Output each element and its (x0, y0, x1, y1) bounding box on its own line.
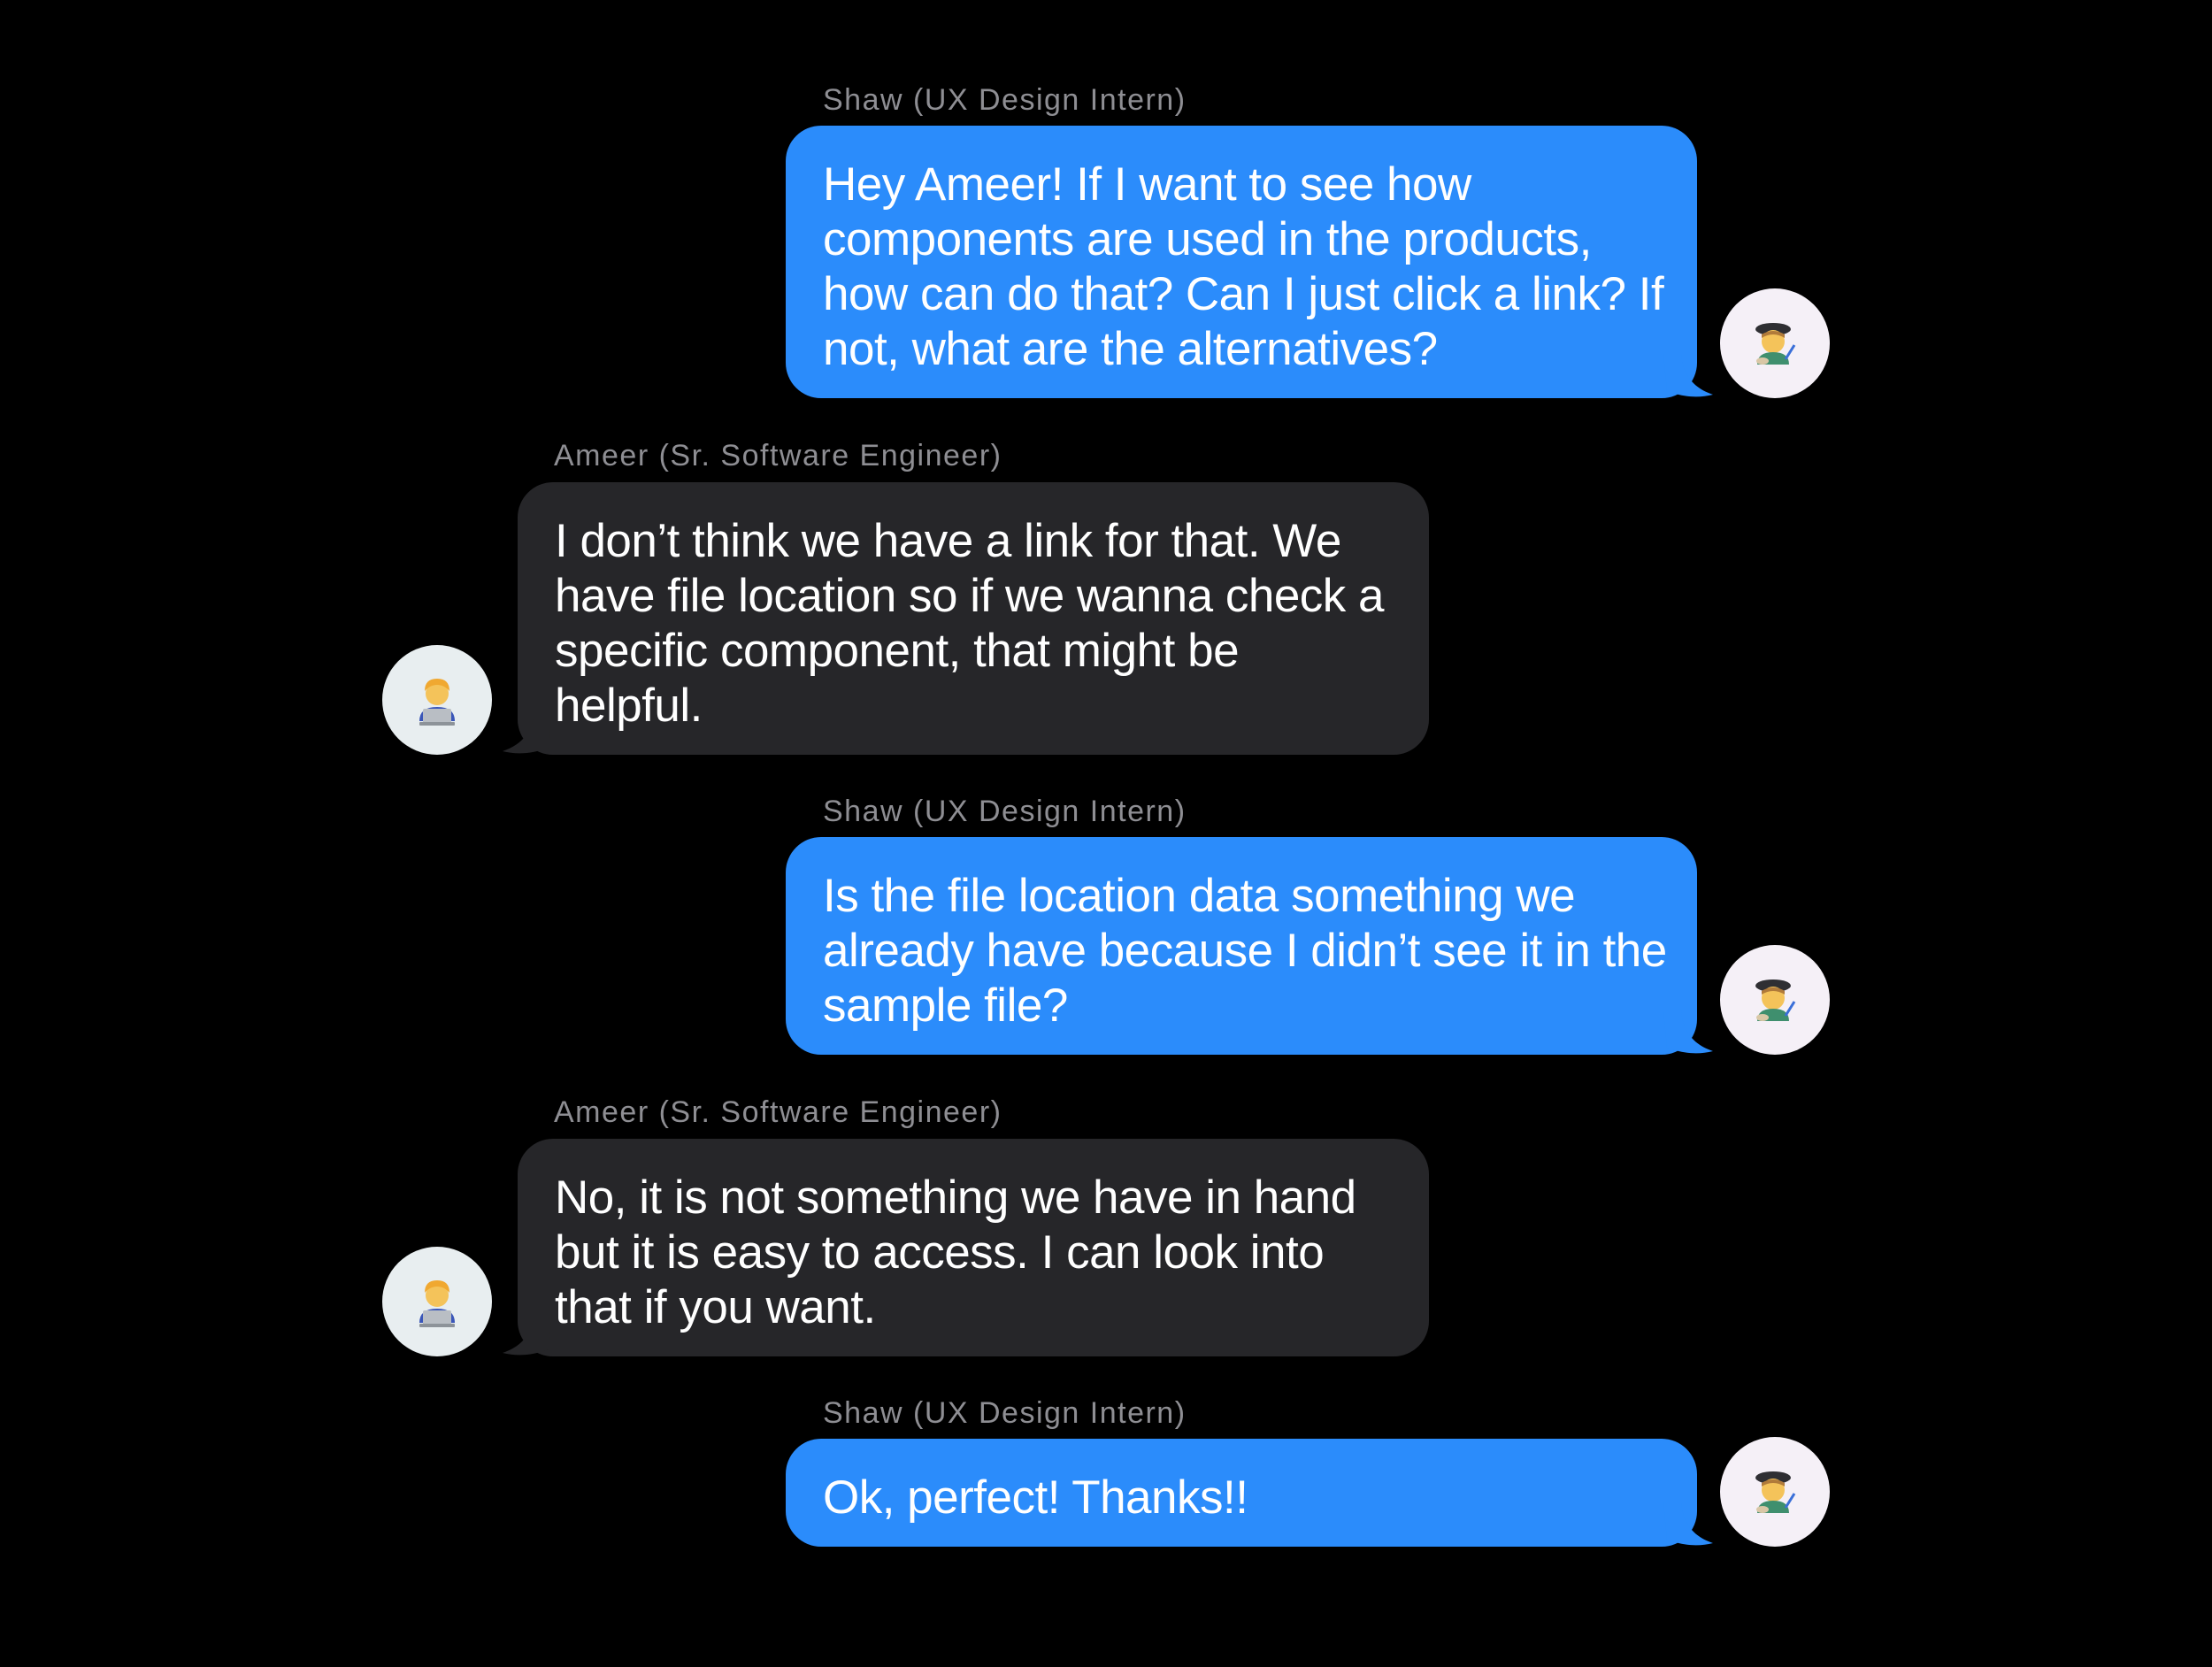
ameer-avatar[interactable] (382, 1247, 492, 1356)
shaw-avatar[interactable] (1720, 1437, 1830, 1547)
ameer-avatar[interactable] (382, 645, 492, 755)
bubble-tail-outgoing (1663, 1502, 1713, 1546)
message-text-line: specific component, that might be (555, 625, 1240, 677)
shaw-avatar[interactable] (1720, 945, 1830, 1055)
bubble-tail-outgoing (1663, 1010, 1713, 1054)
message-text-line: Is the file location data something we (823, 870, 1576, 922)
artist-avatar-icon (1755, 323, 1796, 365)
bubble-tail-incoming (503, 711, 552, 754)
shaw-avatar[interactable] (1720, 288, 1830, 398)
message-bubble-outgoing[interactable]: Ok, perfect! Thanks!! (786, 1439, 1697, 1547)
bubble-tail-outgoing (1663, 354, 1713, 397)
message-text-line: Hey Ameer! If I want to see how (823, 158, 1471, 211)
message-text-line: already have because I didn’t see it in … (823, 925, 1667, 977)
message-text-line: have file location so if we wanna check … (555, 570, 1385, 622)
technologist-avatar-icon (419, 1280, 455, 1327)
message-text-line: No, it is not something we have in hand (555, 1172, 1356, 1224)
message-text-line: not, what are the alternatives? (823, 323, 1438, 375)
message-bubble-outgoing[interactable]: Hey Ameer! If I want to see how componen… (786, 126, 1697, 398)
message-bubble-incoming[interactable]: I don’t think we have a link for that. W… (518, 482, 1429, 755)
message-text-line: that if you want. (555, 1281, 876, 1333)
sender-label: Ameer (Sr. Software Engineer) (554, 439, 1002, 472)
message-bubble-outgoing[interactable]: Is the file location data something we a… (786, 837, 1697, 1055)
technologist-avatar-icon (419, 679, 455, 726)
sender-label: Shaw (UX Design Intern) (823, 1396, 1187, 1430)
message-bubble-incoming[interactable]: No, it is not something we have in hand … (518, 1139, 1429, 1356)
message-text-line: sample file? (823, 979, 1068, 1032)
sender-label: Shaw (UX Design Intern) (823, 83, 1187, 117)
artist-avatar-icon (1755, 979, 1796, 1021)
message-text-line: Ok, perfect! Thanks!! (823, 1471, 1248, 1524)
message-text-line: components are used in the products, (823, 213, 1592, 265)
sender-label: Shaw (UX Design Intern) (823, 795, 1187, 828)
message-text-line: but it is easy to access. I can look int… (555, 1226, 1325, 1279)
artist-avatar-icon (1755, 1471, 1796, 1513)
message-text-line: how can do that? Can I just click a link… (823, 268, 1664, 320)
sender-label: Ameer (Sr. Software Engineer) (554, 1095, 1002, 1129)
message-text-line: helpful. (555, 680, 703, 732)
bubble-tail-incoming (503, 1312, 552, 1356)
message-text-line: I don’t think we have a link for that. W… (555, 515, 1341, 567)
